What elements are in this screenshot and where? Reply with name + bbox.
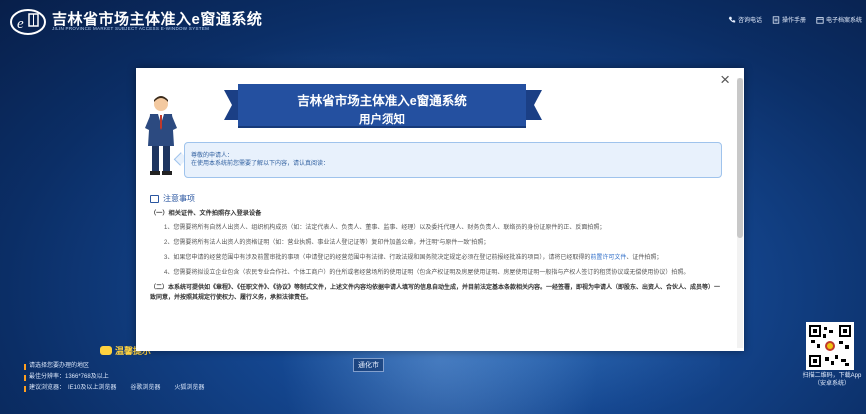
- notice-text: 在使用本系统前您需要了解以下内容，请认真阅读：: [191, 161, 330, 167]
- tip-row: 建议浏览器： IE10及以上浏览器 谷歌浏览器 火狐浏览器: [24, 383, 204, 394]
- archive-link-label: 电子档案系统: [825, 18, 862, 24]
- paragraph-1: 1、您需要将所有自然人出资人、组织机构成员（如：法定代表人、负责人、董事、监事、…: [164, 225, 606, 231]
- city-label-tonghua[interactable]: 通化市: [353, 358, 384, 372]
- browser-firefox: 火狐浏览器: [174, 385, 205, 391]
- paragraph-3: 3、如果您申请的经营范围中有涉及前置审批的事项（申请登记的经营范围中有法律、行政…: [150, 253, 724, 263]
- browser-ie: IE10及以上浏览器: [68, 385, 117, 391]
- tip-text: 最佳分辨率：1366*768及以上: [29, 374, 109, 380]
- manual-icon: [772, 15, 780, 24]
- qr-code-icon: [806, 322, 854, 370]
- tip-text: 请选择您要办理的地区: [29, 363, 90, 369]
- tips-list: 请选择您要办理的地区 最佳分辨率：1366*768及以上 建议浏览器： IE10…: [24, 361, 204, 394]
- user-notice-modal: × 吉林省市场主体准入e窗通系统 用户须知 尊敬的申请人： 在使用本系统前您需要…: [136, 68, 744, 351]
- section-title: 注意事项: [150, 194, 724, 204]
- browser-chrome: 谷歌浏览器: [130, 385, 161, 391]
- scrollbar-thumb[interactable]: [737, 78, 743, 238]
- tip-row: 最佳分辨率：1366*768及以上: [24, 372, 204, 383]
- tip-bullet: [24, 385, 26, 392]
- paragraph-3-text-a: 3、如果您申请的经营范围中有涉及前置审批的事项（申请登记的经营范围中有法律、行政…: [164, 255, 591, 261]
- qr-section: 扫描二维码，下载App（安卓系统）: [800, 322, 864, 388]
- header: e 吉林省市场主体准入e窗通系统 JILIN PROVINCE MARKET S…: [0, 0, 866, 40]
- tip-row: 请选择您要办理的地区: [24, 361, 204, 372]
- close-icon[interactable]: ×: [720, 71, 730, 89]
- modal-title-ribbon: 吉林省市场主体准入e窗通系统 用户须知: [238, 84, 526, 128]
- svg-text:e: e: [17, 16, 24, 32]
- top-links: 咨询电话 操作手册 电子档案系统: [728, 15, 862, 24]
- archive-icon: [816, 16, 824, 24]
- paragraph-4: 4、您需要将拟设立企业包含（农民专业合作社、个体工商户）的住所或者经营场所的使用…: [164, 270, 690, 276]
- businessman-illustration: [144, 94, 178, 176]
- app-subtitle: JILIN PROVINCE MARKET SUBJECT ACCESS E-W…: [52, 26, 210, 31]
- modal-title: 吉林省市场主体准入e窗通系统: [297, 94, 467, 108]
- section-title-text: 注意事项: [163, 194, 195, 203]
- browser-list: IE10及以上浏览器 谷歌浏览器 火狐浏览器: [68, 383, 204, 394]
- manual-link-label: 操作手册: [781, 18, 806, 24]
- book-icon: [150, 195, 159, 203]
- notice-content: 注意事项 （一）相关证件、文件拍照存入登录设备 1、您需要将所有自然人出资人、组…: [150, 194, 724, 303]
- paragraph-5: （二）本系统可提供如《章程》、《任职文件》、《协议》等制式文件，上述文件内容均依…: [150, 285, 721, 301]
- chat-bubble-icon: [100, 346, 112, 355]
- notice-box: 尊敬的申请人： 在使用本系统前您需要了解以下内容，请认真阅读：: [184, 142, 722, 178]
- paragraph-2: 2、您需要将所有法人出资人的资格证明（如：营业执照、事业法人登记证等）复印件加盖…: [164, 240, 490, 246]
- phone-link-label: 咨询电话: [737, 18, 762, 24]
- sub-heading-1: （一）相关证件、文件拍照存入登录设备: [150, 210, 262, 217]
- prior-permit-link[interactable]: 前置许可文件: [590, 255, 626, 261]
- paragraph-3-text-b: 、证件拍照；: [626, 255, 663, 261]
- tip-bullet: [24, 374, 26, 381]
- tip-bullet: [24, 363, 26, 370]
- browser-label: 建议浏览器：: [29, 385, 66, 391]
- modal-subtitle: 用户须知: [359, 114, 405, 126]
- qr-caption: 扫描二维码，下载App（安卓系统）: [802, 373, 862, 387]
- phone-icon: [728, 16, 736, 23]
- archive-link[interactable]: 电子档案系统: [816, 15, 862, 24]
- phone-link[interactable]: 咨询电话: [728, 15, 762, 24]
- logo-icon: e: [8, 4, 48, 36]
- notice-greeting: 尊敬的申请人：: [191, 153, 234, 159]
- modal-scrollbar[interactable]: [737, 78, 743, 348]
- manual-link[interactable]: 操作手册: [772, 15, 806, 24]
